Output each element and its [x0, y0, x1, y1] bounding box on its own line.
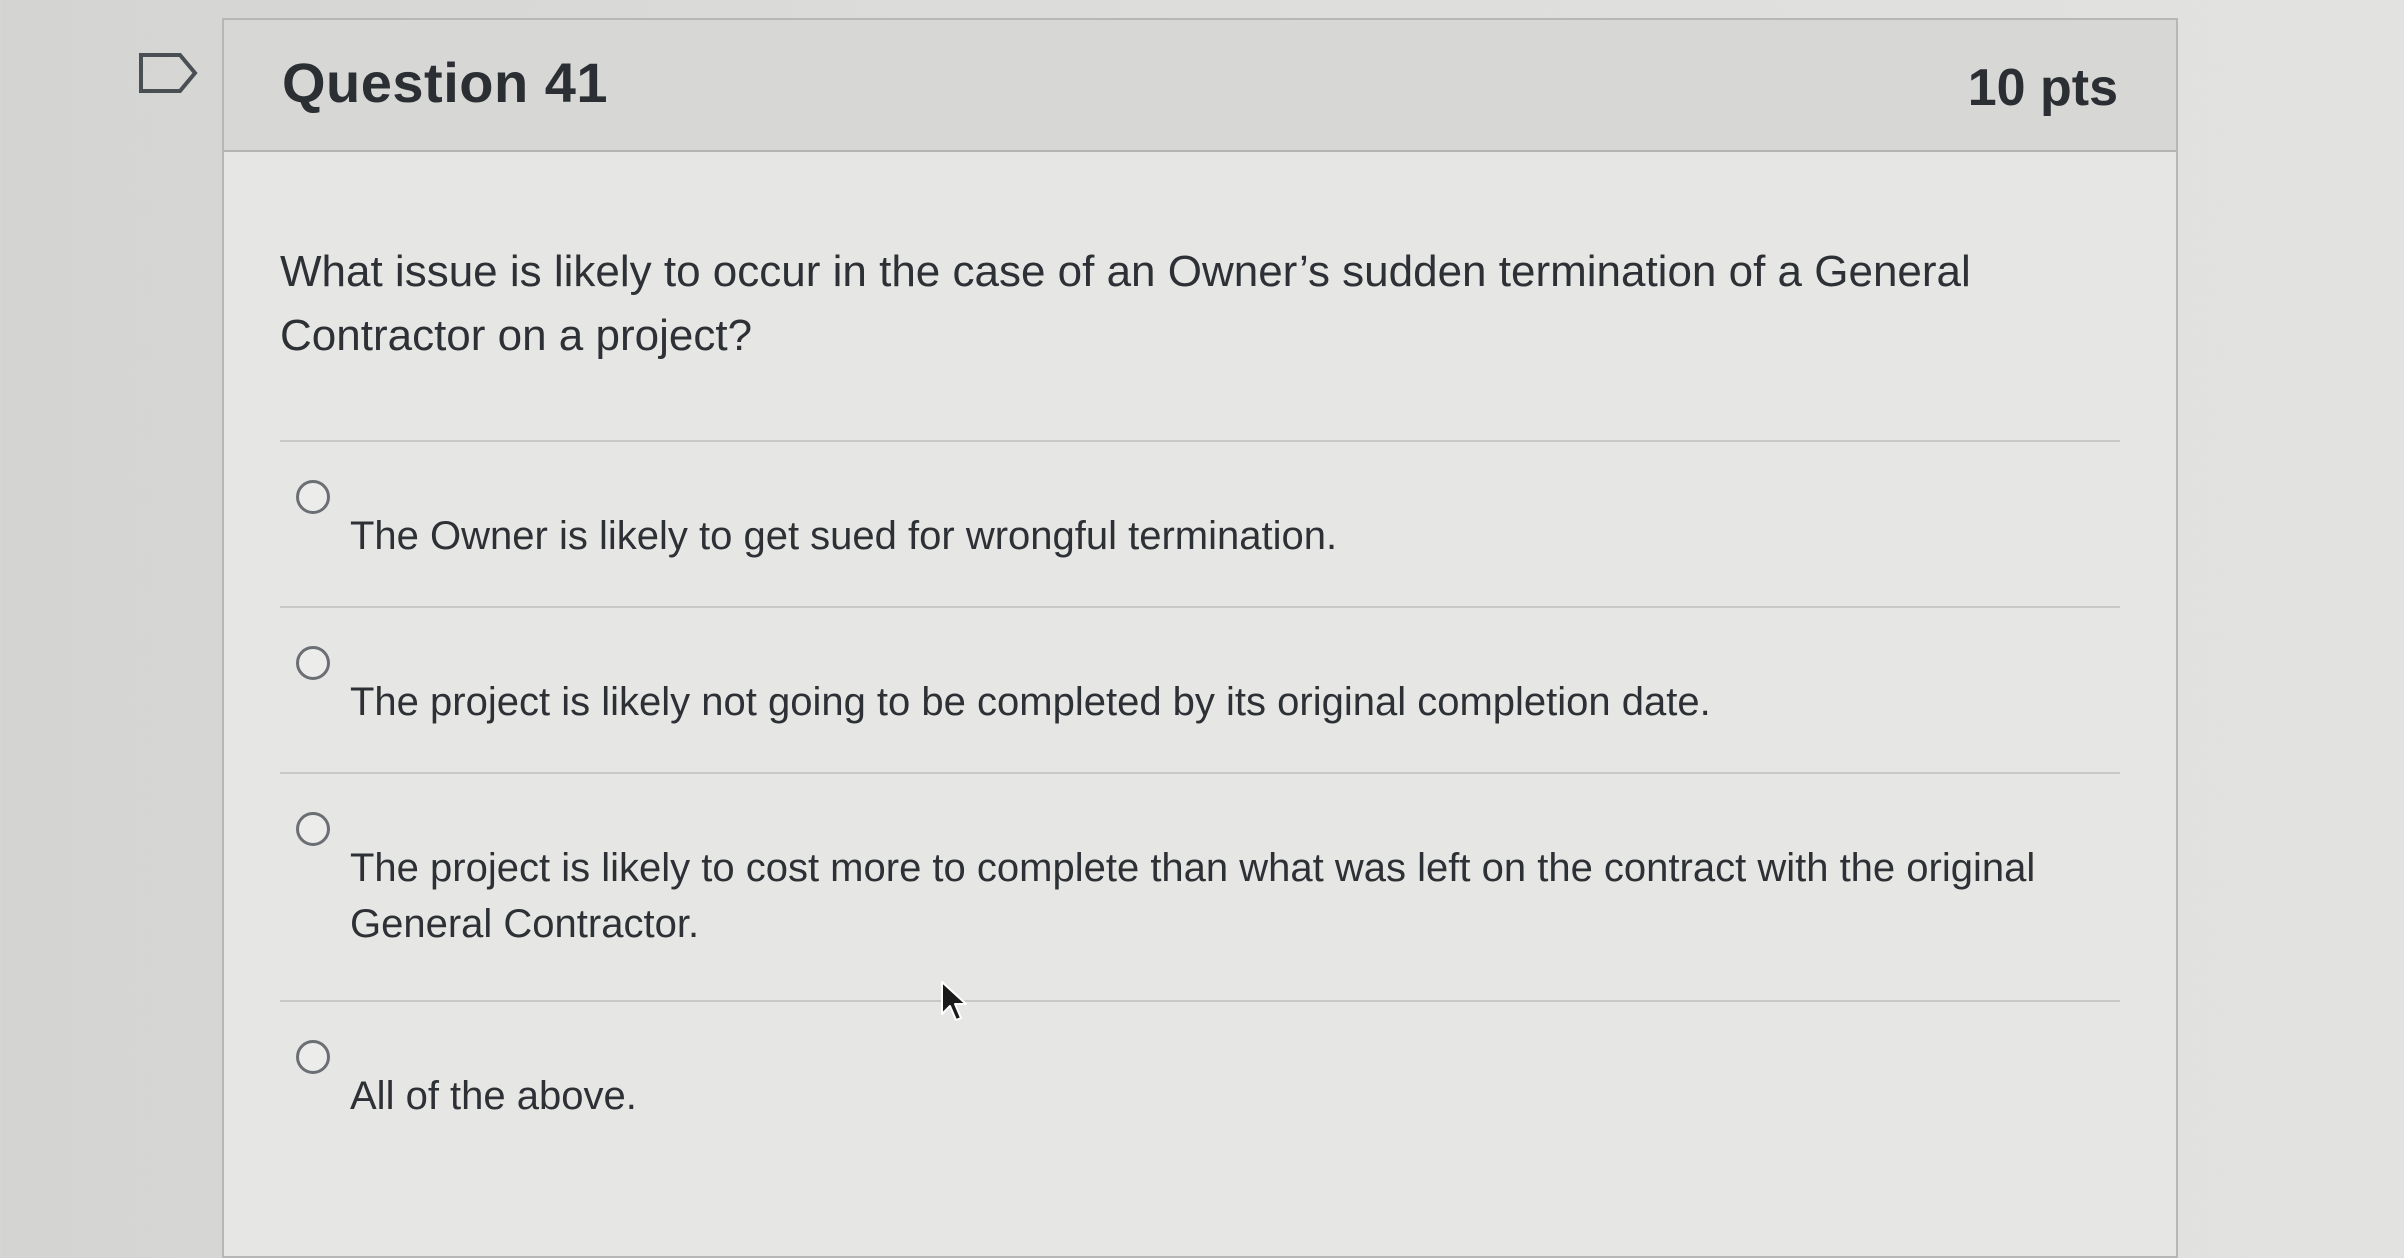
radio-button[interactable] — [296, 646, 330, 680]
answer-option-1[interactable]: The Owner is likely to get sued for wron… — [280, 442, 2120, 606]
answer-option-4[interactable]: All of the above. — [280, 1002, 2120, 1166]
answer-label[interactable]: The project is likely to cost more to co… — [350, 840, 2050, 952]
radio-button[interactable] — [296, 812, 330, 846]
question-card: Question 41 10 pts What issue is likely … — [222, 18, 2178, 1258]
radio-button[interactable] — [296, 480, 330, 514]
question-text: What issue is likely to occur in the cas… — [280, 247, 1971, 360]
answer-option-3[interactable]: The project is likely to cost more to co… — [280, 774, 2120, 1000]
radio-button[interactable] — [296, 1040, 330, 1074]
answer-label[interactable]: The project is likely not going to be co… — [350, 674, 2050, 730]
flag-question-icon[interactable] — [138, 52, 198, 94]
answer-list: The Owner is likely to get sued for wron… — [280, 440, 2120, 1166]
question-header: Question 41 10 pts — [224, 20, 2176, 152]
answer-label[interactable]: All of the above. — [350, 1068, 2050, 1124]
question-title: Question 41 — [282, 51, 609, 114]
question-points: 10 pts — [1967, 59, 2118, 117]
answer-option-2[interactable]: The project is likely not going to be co… — [280, 608, 2120, 772]
mouse-pointer-icon — [941, 981, 967, 1021]
answer-label[interactable]: The Owner is likely to get sued for wron… — [350, 508, 2050, 564]
